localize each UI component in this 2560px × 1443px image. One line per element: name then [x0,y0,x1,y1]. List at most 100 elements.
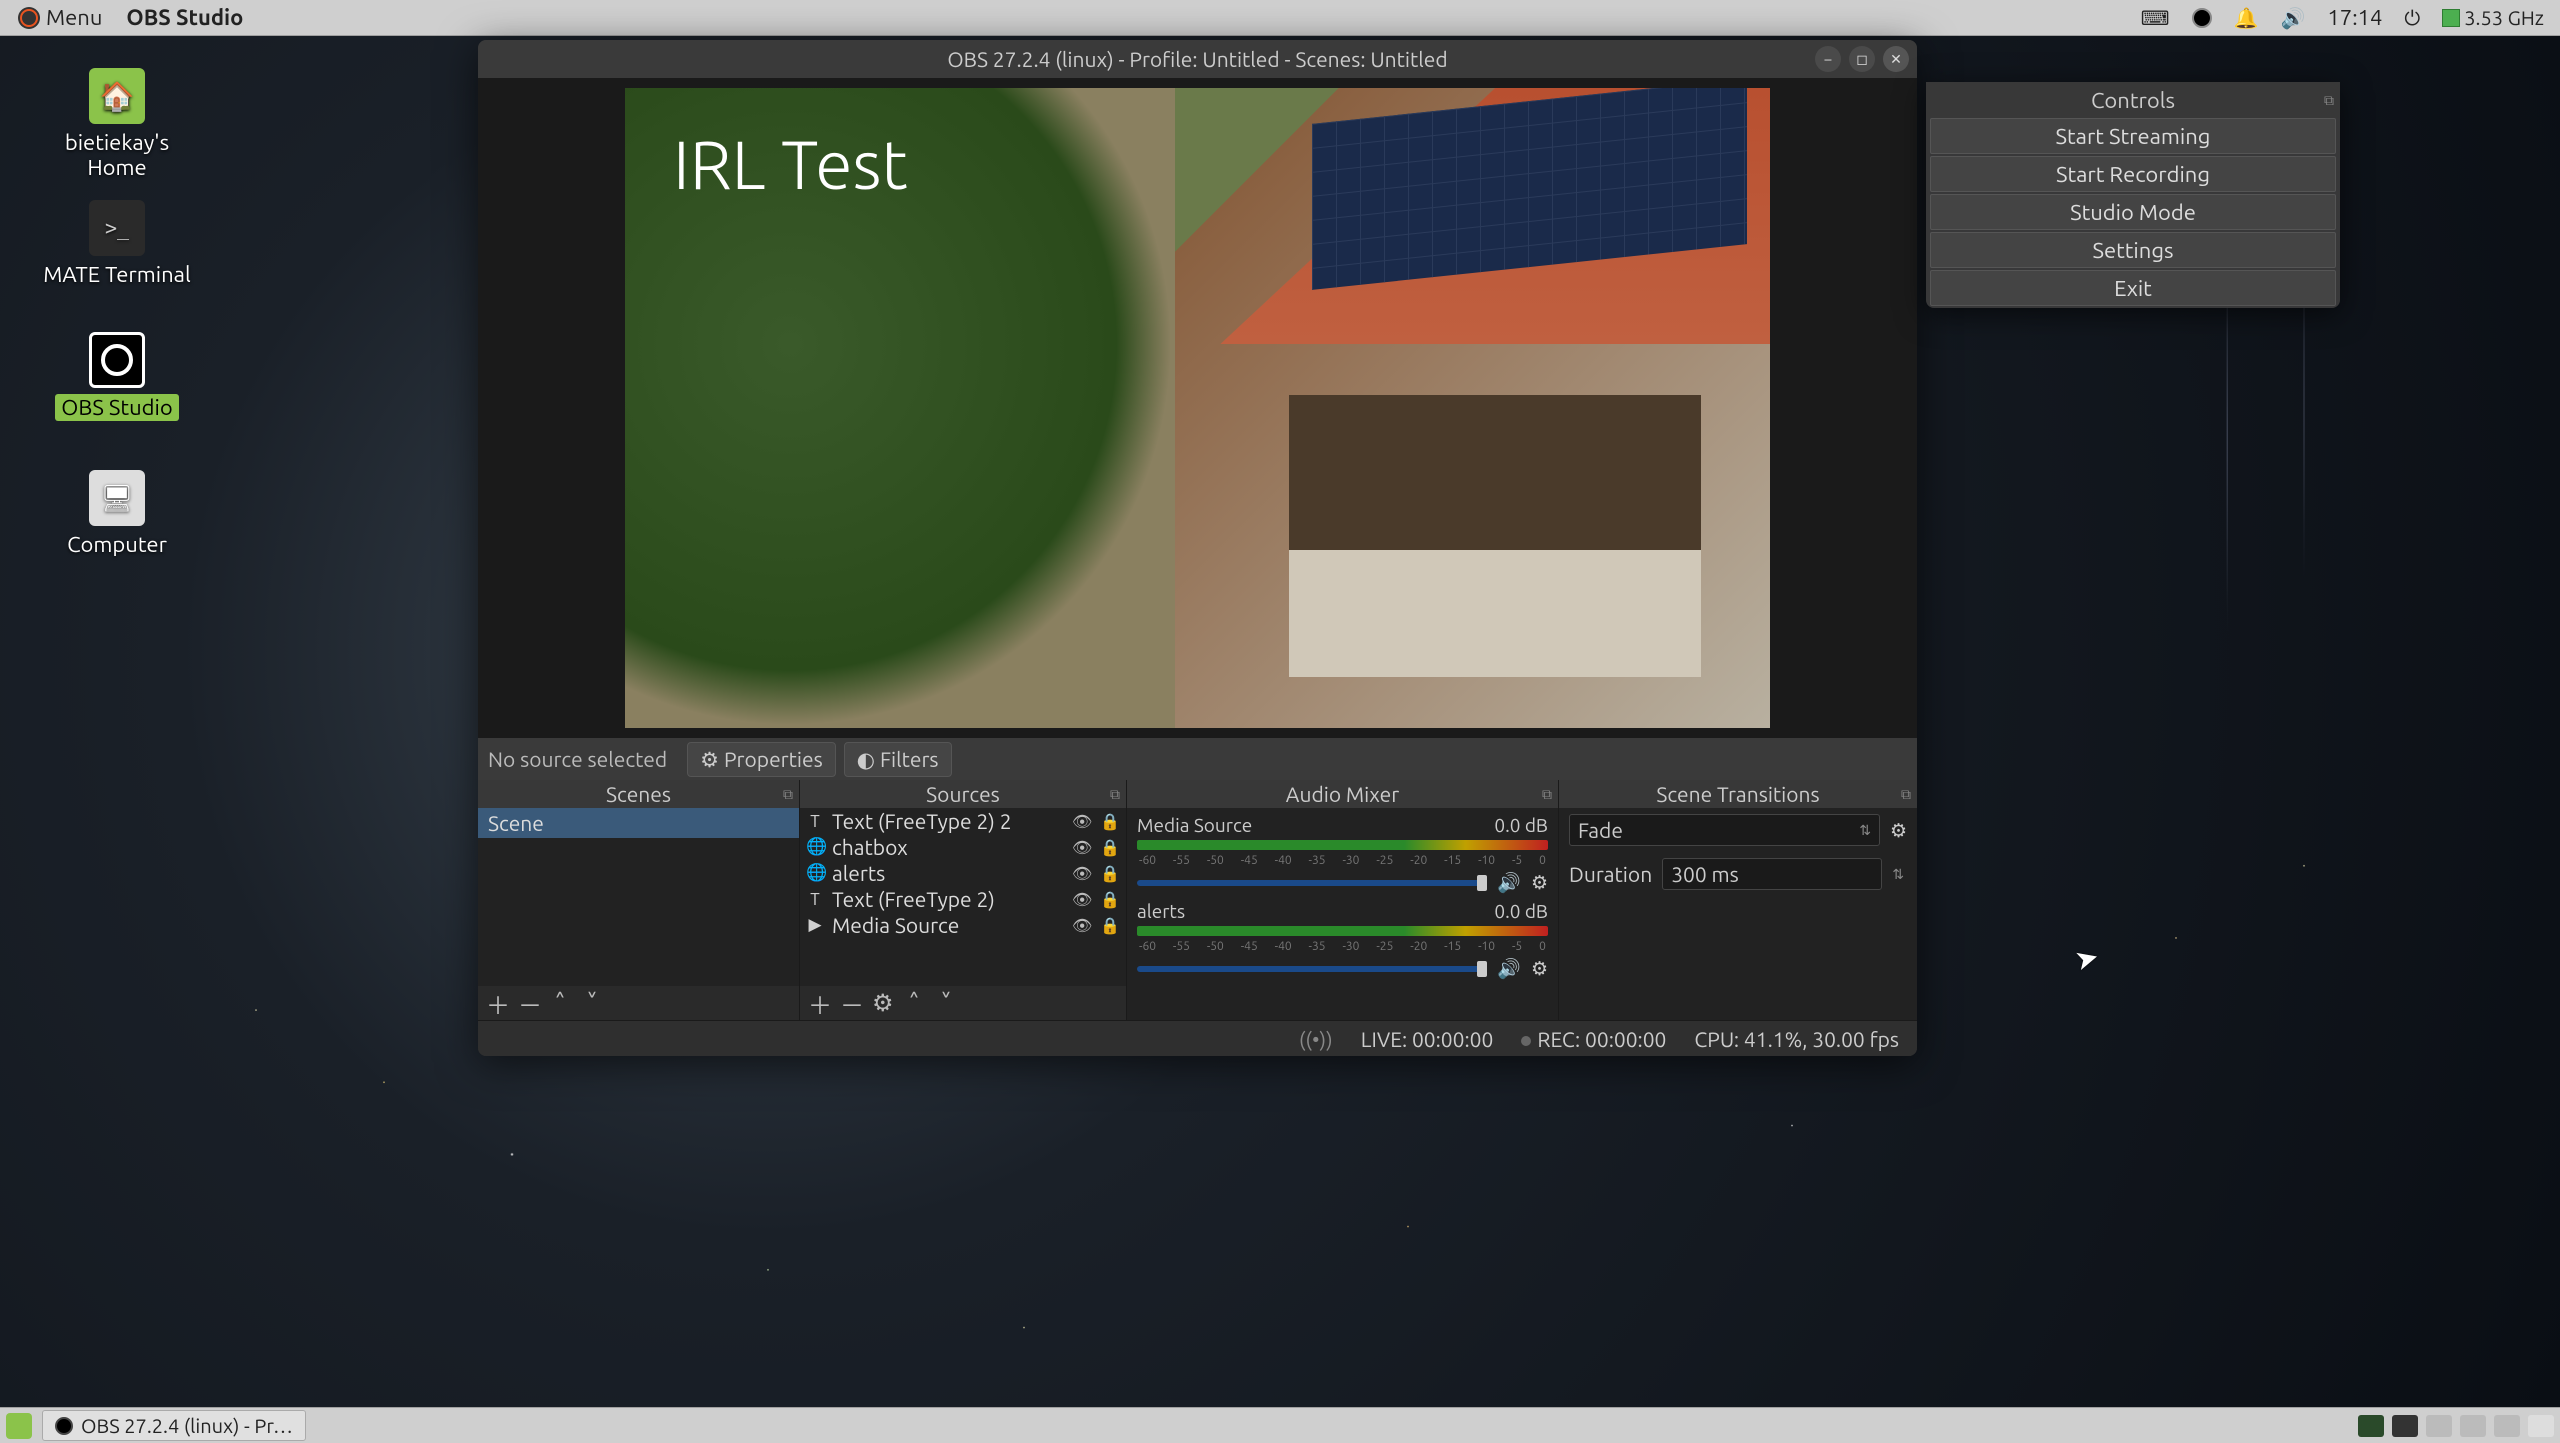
taskbar-item-obs[interactable]: OBS 27.2.4 (linux) - Pr… [42,1410,306,1441]
chevron-updown-icon: ⇅ [1859,822,1871,839]
volume-slider[interactable] [1137,880,1487,886]
obs-app-icon [89,332,145,388]
obs-tray-icon[interactable] [2192,8,2212,28]
visibility-toggle[interactable]: 👁 [1072,838,1092,857]
visibility-toggle[interactable]: 👁 [1072,812,1092,831]
workspace-2[interactable] [2426,1415,2452,1437]
volume-slider[interactable] [1137,966,1487,972]
scene-down-button[interactable]: ˅ [582,989,602,1017]
source-down-button[interactable]: ˅ [936,989,956,1017]
popout-icon[interactable]: ⧉ [1110,786,1120,803]
cpu-status: CPU: 41.1%, 30.00 fps [1694,1027,1899,1051]
computer-icon [89,470,145,526]
source-up-button[interactable]: ˄ [904,989,924,1017]
source-name: Text (FreeType 2) [832,887,1064,911]
scene-up-button[interactable]: ˄ [550,989,570,1017]
popout-icon[interactable]: ⧉ [1542,786,1552,803]
minimize-button[interactable]: – [1815,46,1841,72]
transition-select[interactable]: Fade ⇅ [1569,814,1880,846]
desktop-icon-computer[interactable]: Computer [42,470,192,557]
volume-icon[interactable]: 🔊 [2280,6,2305,30]
desktop-icon-obs[interactable]: OBS Studio [42,332,192,421]
transitions-header: Scene Transitions [1656,782,1819,806]
folder-home-icon [89,68,145,124]
power-icon[interactable]: ⏻ [2404,6,2420,30]
maximize-button[interactable]: ◻ [1849,46,1875,72]
source-toolbar: No source selected ⚙ Properties ◐ Filter… [478,738,1917,780]
control-button[interactable]: Exit [1930,270,2336,306]
active-app-name: OBS Studio [112,5,257,30]
preview-canvas: IRL Test [625,88,1770,728]
filter-icon: ◐ [857,747,875,772]
source-item[interactable]: 🌐chatbox👁🔒 [800,834,1126,860]
audio-meter [1137,926,1548,936]
speaker-icon[interactable]: 🔊 [1497,871,1521,894]
popout-icon[interactable]: ⧉ [783,786,793,803]
source-item[interactable]: TText (FreeType 2) 2👁🔒 [800,808,1126,834]
transition-settings-button[interactable]: ⚙ [1890,819,1907,842]
audio-mixer-panel: Audio Mixer⧉ Media Source0.0 dB-60-55-50… [1127,780,1559,1020]
channel-name: alerts [1137,900,1185,922]
lock-toggle[interactable]: 🔒 [1100,916,1120,935]
source-settings-button[interactable]: ⚙ [872,989,892,1017]
lock-toggle[interactable]: 🔒 [1100,812,1120,831]
lock-toggle[interactable]: 🔒 [1100,864,1120,883]
window-titlebar[interactable]: OBS 27.2.4 (linux) - Profile: Untitled -… [478,40,1917,78]
control-button[interactable]: Start Recording [1930,156,2336,192]
popout-icon[interactable]: ⧉ [2324,92,2334,109]
control-button[interactable]: Start Streaming [1930,118,2336,154]
visibility-toggle[interactable]: 👁 [1072,864,1092,883]
transitions-panel: Scene Transitions⧉ Fade ⇅ ⚙ Duration 300… [1559,780,1917,1020]
workspace-3[interactable] [2460,1415,2486,1437]
rec-status: REC: 00:00:00 [1537,1027,1666,1051]
properties-button[interactable]: ⚙ Properties [687,742,836,777]
notifications-icon[interactable]: 🔔 [2234,6,2259,30]
live-status: LIVE: 00:00:00 [1361,1027,1494,1051]
source-item[interactable]: 🌐alerts👁🔒 [800,860,1126,886]
keyboard-indicator-icon[interactable]: ⌨ [2141,6,2170,30]
workspace-1[interactable] [2392,1415,2418,1437]
cpu-freq: 3.53 GHz [2464,6,2544,29]
mixer-channel: alerts0.0 dB-60-55-50-45-40-35-30-25-20-… [1127,894,1558,980]
source-type-icon: ▶ [806,915,824,935]
lock-toggle[interactable]: 🔒 [1100,890,1120,909]
channel-settings-button[interactable]: ⚙ [1531,957,1548,980]
scene-item[interactable]: Scene [478,808,799,838]
source-name: alerts [832,861,1064,885]
remove-source-button[interactable]: － [840,986,860,1021]
close-button[interactable]: ✕ [1883,46,1909,72]
desktop-icon-terminal[interactable]: MATE Terminal [42,200,192,287]
status-bar: ((•)) LIVE: 00:00:00 REC: 00:00:00 CPU: … [478,1020,1917,1056]
source-item[interactable]: ▶Media Source👁🔒 [800,912,1126,938]
add-scene-button[interactable]: ＋ [486,986,506,1021]
cpu-indicator[interactable]: 3.53 GHz [2442,6,2544,29]
lock-toggle[interactable]: 🔒 [1100,838,1120,857]
obs-window: OBS 27.2.4 (linux) - Profile: Untitled -… [478,40,1917,1056]
terminal-icon [89,200,145,256]
speaker-icon[interactable]: 🔊 [1497,957,1521,980]
control-button[interactable]: Studio Mode [1930,194,2336,230]
channel-settings-button[interactable]: ⚙ [1531,871,1548,894]
obs-app-icon [55,1417,73,1435]
filters-button[interactable]: ◐ Filters [844,742,952,777]
source-item[interactable]: TText (FreeType 2)👁🔒 [800,886,1126,912]
visibility-toggle[interactable]: 👁 [1072,890,1092,909]
preview-area[interactable]: IRL Test [478,78,1917,738]
controls-dock[interactable]: Controls⧉ Start StreamingStart Recording… [1926,82,2340,308]
clock[interactable]: 17:14 [2327,5,2382,30]
menu-button[interactable]: Menu [8,5,112,30]
remove-scene-button[interactable]: － [518,986,538,1021]
workspace-4[interactable] [2494,1415,2520,1437]
spinner-icon[interactable]: ⇅ [1892,866,1904,883]
popout-icon[interactable]: ⧉ [1901,786,1911,803]
duration-input[interactable]: 300 ms [1662,858,1882,890]
add-source-button[interactable]: ＋ [808,986,828,1021]
desktop-icon-home[interactable]: bietiekay's Home [42,68,192,180]
visibility-toggle[interactable]: 👁 [1072,916,1092,935]
tray-obs-icon[interactable] [2358,1415,2384,1437]
control-button[interactable]: Settings [1930,232,2336,268]
meter-ticks: -60-55-50-45-40-35-30-25-20-15-10-50 [1137,940,1548,953]
show-desktop-button[interactable] [6,1413,32,1439]
trash-icon[interactable] [2528,1415,2554,1437]
sources-header: Sources [926,782,1000,806]
